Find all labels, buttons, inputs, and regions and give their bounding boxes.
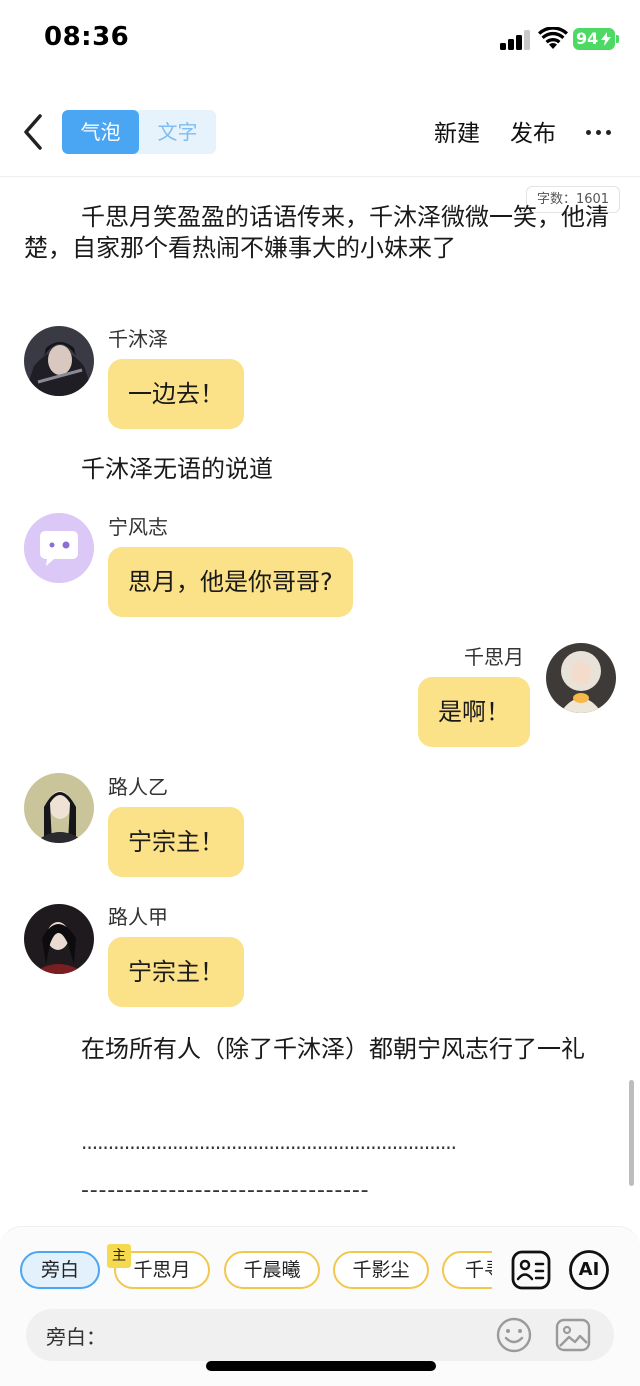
- image-picker-icon[interactable]: [553, 1315, 593, 1355]
- dialogue-input[interactable]: 旁白：: [26, 1309, 614, 1361]
- speaker-name: 宁风志: [108, 515, 168, 539]
- view-mode-toggle: 气泡 文字: [62, 110, 216, 154]
- wifi-icon: [538, 27, 568, 49]
- message-bubble[interactable]: 一边去！: [108, 359, 244, 429]
- battery-level: 94: [576, 29, 599, 48]
- cellular-signal-icon: [500, 30, 532, 50]
- home-indicator: [206, 1361, 436, 1371]
- avatar-lu-ren-jia[interactable]: [24, 904, 94, 974]
- role-chip-qian-xun[interactable]: 千寻: [442, 1251, 492, 1289]
- role-chip-qian-chen-xi[interactable]: 千晨曦: [224, 1251, 320, 1289]
- nav-divider: [0, 176, 640, 177]
- narration-paragraph[interactable]: 千思月笑盈盈的话语传来，千沐泽微微一笑，他清楚，自家那个看热闹不嫌事大的小妹来了: [24, 202, 616, 264]
- message-bubble[interactable]: 思月，他是你哥哥?: [108, 547, 353, 617]
- speaker-name: 路人甲: [108, 905, 168, 929]
- avatar-qian-si-yue[interactable]: [546, 643, 616, 713]
- ellipsis-line[interactable]: ........................................…: [81, 1130, 457, 1154]
- avatar-qian-mu-ze[interactable]: [24, 326, 94, 396]
- message-bubble[interactable]: 是啊！: [418, 677, 530, 747]
- back-arrow-icon[interactable]: [18, 112, 48, 152]
- emoji-icon[interactable]: [494, 1315, 534, 1355]
- speaker-name: 千思月: [464, 645, 524, 669]
- message-bubble[interactable]: 宁宗主！: [108, 937, 244, 1007]
- dash-separator[interactable]: ---------------------------------: [81, 1178, 369, 1203]
- ai-label: AI: [578, 1259, 600, 1280]
- message-bubble[interactable]: 宁宗主！: [108, 807, 244, 877]
- main-character-tag: 主: [107, 1244, 131, 1268]
- more-options-icon[interactable]: [585, 120, 613, 144]
- scrollbar[interactable]: [629, 1080, 634, 1186]
- status-time: 08:36: [44, 22, 130, 52]
- avatar-ning-feng-zhi[interactable]: [24, 513, 94, 583]
- publish-button[interactable]: 发布: [510, 114, 556, 148]
- narration-paragraph[interactable]: 在场所有人（除了千沐泽）都朝宁风志行了一礼: [24, 1034, 616, 1065]
- speaker-name: 千沐泽: [108, 327, 168, 351]
- charging-bolt-icon: [601, 32, 611, 46]
- speaker-name: 路人乙: [108, 775, 168, 799]
- status-bar: 08:36 94: [0, 0, 640, 80]
- role-chip-narrator[interactable]: 旁白: [20, 1251, 100, 1289]
- ai-assist-button[interactable]: AI: [568, 1249, 610, 1291]
- avatar-lu-ren-yi[interactable]: [24, 773, 94, 843]
- top-nav-bar: 气泡 文字 新建 发布: [0, 100, 640, 164]
- tab-text[interactable]: 文字: [139, 110, 216, 154]
- input-speaker-label: 旁白：: [46, 1325, 106, 1349]
- tab-bubble[interactable]: 气泡: [62, 110, 139, 154]
- character-card-icon[interactable]: [510, 1249, 552, 1291]
- new-button[interactable]: 新建: [434, 114, 480, 148]
- role-chip-clip: 千寻: [442, 1251, 492, 1289]
- battery-icon: 94: [573, 28, 619, 50]
- role-chip-qian-ying-chen[interactable]: 千影尘: [333, 1251, 429, 1289]
- narration-paragraph[interactable]: 千沐泽无语的说道: [24, 454, 616, 485]
